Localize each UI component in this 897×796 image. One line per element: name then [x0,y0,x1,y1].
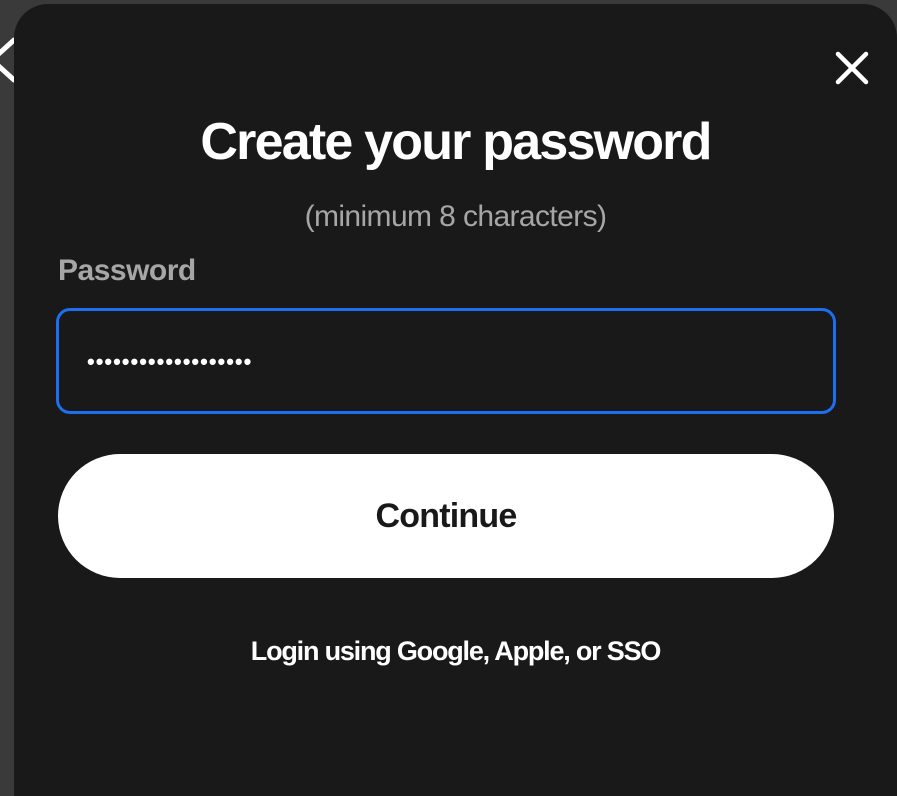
dialog-title: Create your password [200,113,712,171]
create-password-dialog: Create your password (minimum 8 characte… [14,4,897,796]
alt-login-link[interactable]: Login using Google, Apple, or SSO [14,636,897,667]
password-input[interactable] [85,331,809,393]
continue-button[interactable]: Continue [58,454,834,578]
password-label: Password [58,254,196,287]
close-icon[interactable] [832,48,872,88]
dialog-subtitle: (minimum 8 characters) [304,200,607,233]
password-field[interactable] [56,308,836,414]
